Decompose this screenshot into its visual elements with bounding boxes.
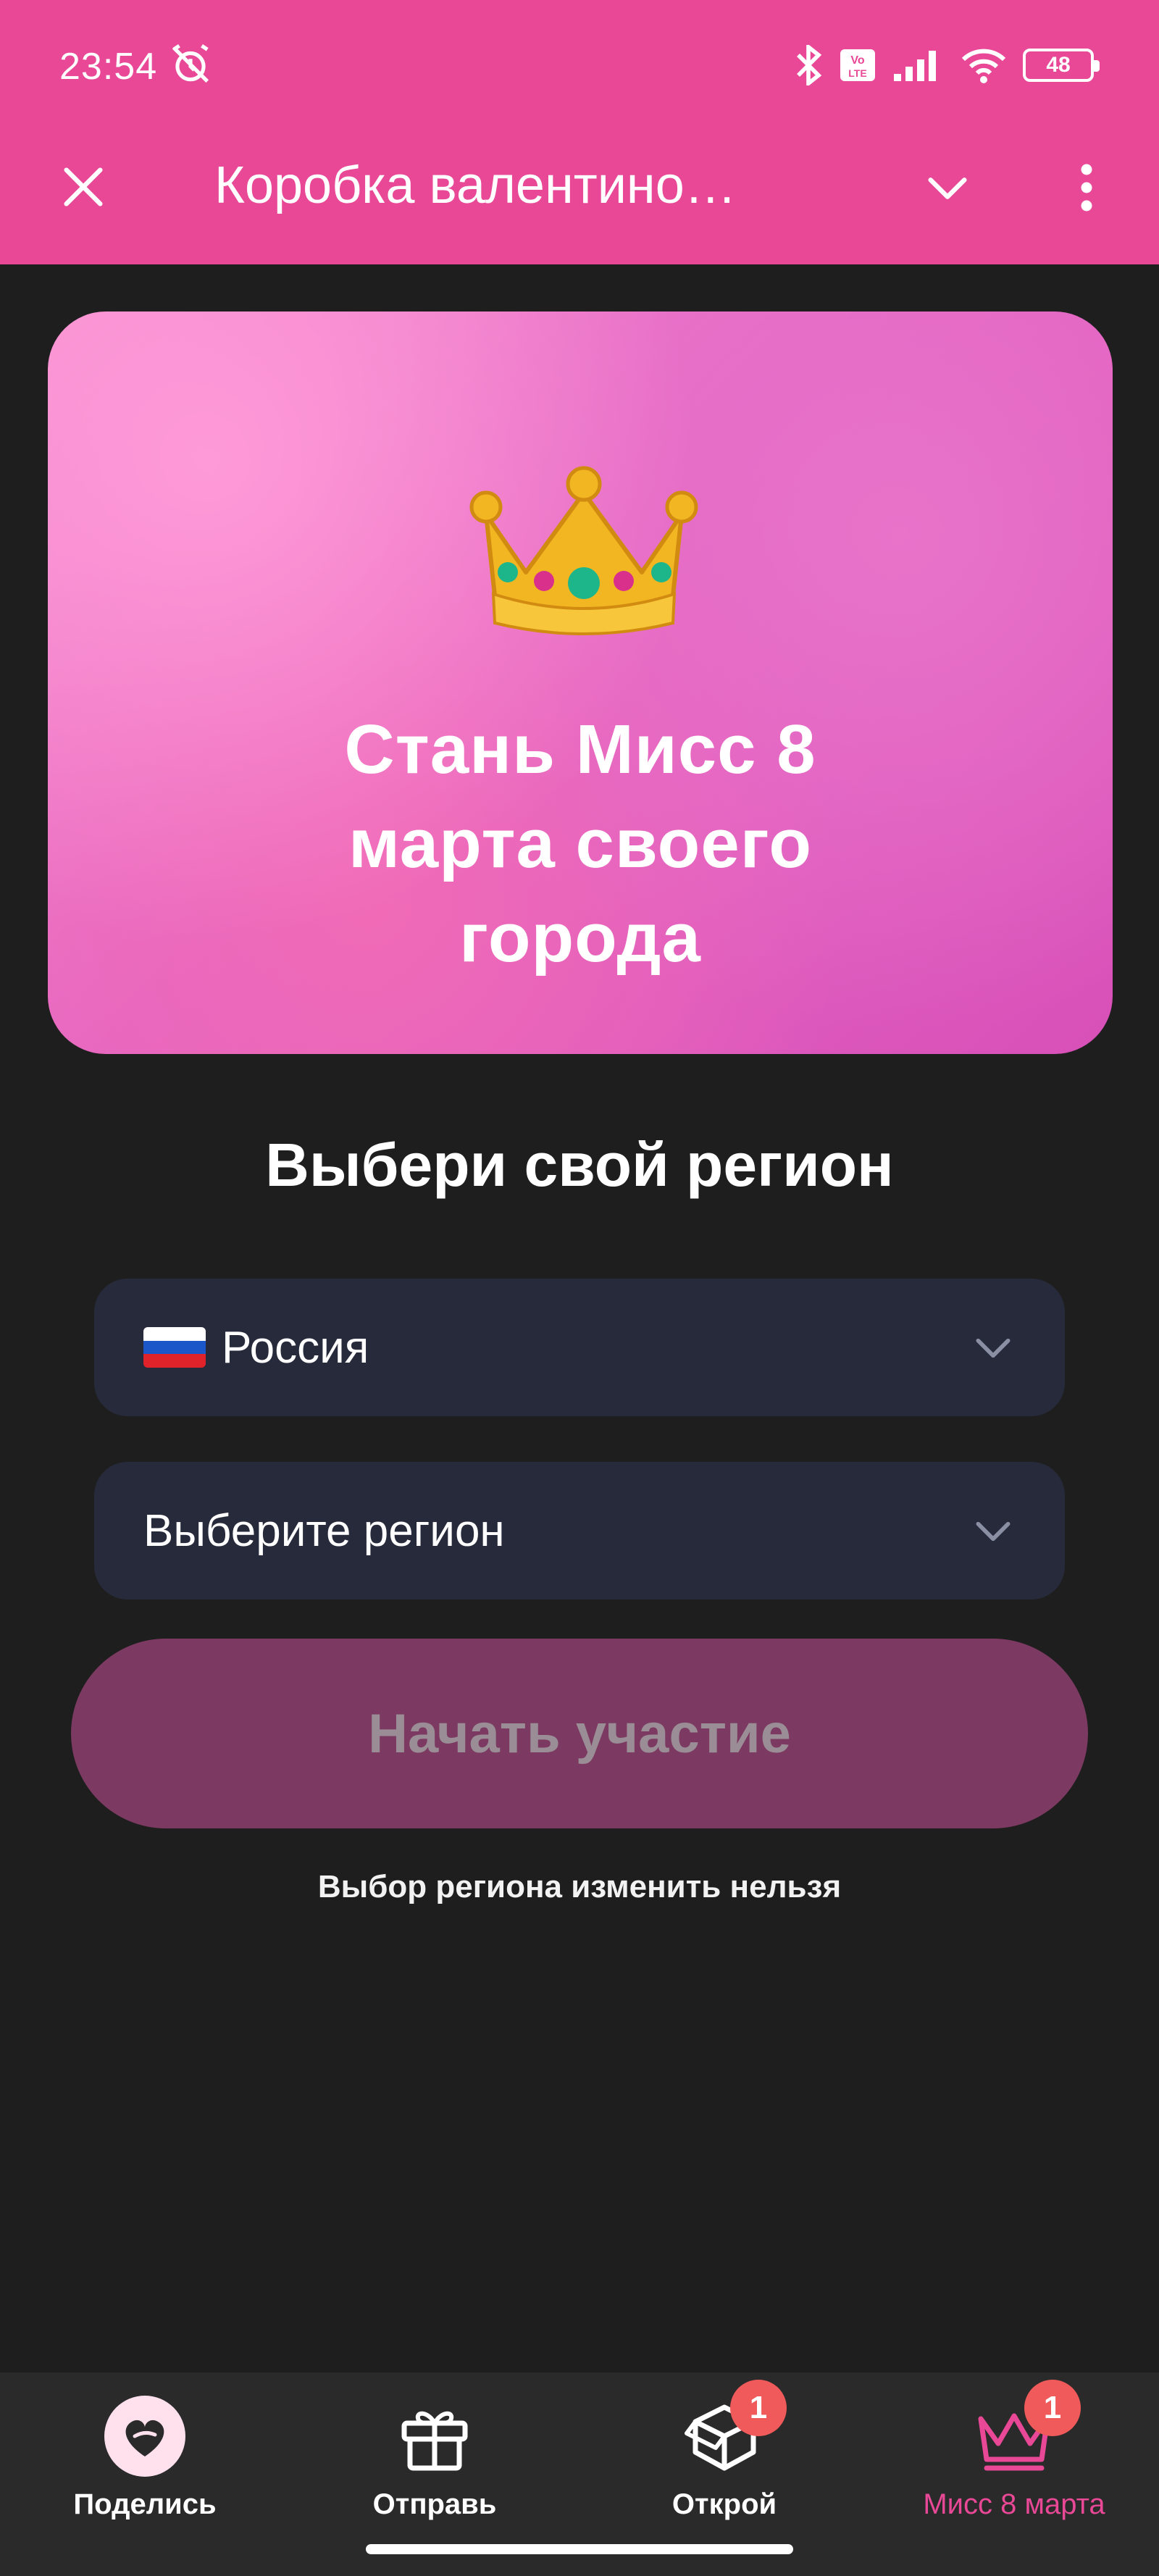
- home-indicator[interactable]: [366, 2544, 793, 2554]
- battery-icon: 48: [1023, 49, 1100, 82]
- app-title: Коробка валентино…: [214, 156, 737, 214]
- chevron-down-icon: [976, 1521, 1011, 1542]
- status-icons: Vo LTE 48: [794, 42, 1100, 88]
- crown-icon: [469, 466, 698, 635]
- banner-title-line2: марта своего: [348, 805, 813, 882]
- region-select[interactable]: Выберите регион: [94, 1462, 1065, 1599]
- nav-item-share[interactable]: Поделись: [0, 2372, 290, 2525]
- svg-text:Vo: Vo: [850, 54, 864, 67]
- chevron-down-icon[interactable]: [919, 163, 976, 214]
- chevron-down-icon: [976, 1338, 1011, 1358]
- close-icon[interactable]: [58, 162, 109, 212]
- status-bar: 23:54 Vo LTE 48: [0, 0, 1159, 134]
- signal-icon: [894, 51, 936, 81]
- battery-level: 48: [1046, 53, 1071, 77]
- start-participation-button[interactable]: Начать участие: [71, 1639, 1088, 1828]
- nav-label: Открой: [671, 2488, 777, 2520]
- region-heading: Выбери свой регион: [265, 1131, 894, 1199]
- promo-banner: Стань Мисс 8 марта своего города: [48, 311, 1113, 1054]
- top-bar: 23:54 Vo LTE 48 Коробка валентино…: [0, 0, 1159, 264]
- volte-icon: Vo LTE: [840, 49, 875, 81]
- app-bar: Коробка валентино…: [0, 134, 1159, 264]
- banner-title-line1: Стань Мисс 8: [344, 711, 816, 788]
- heart-share-icon: [104, 2396, 185, 2477]
- nav-label: Поделись: [73, 2488, 217, 2520]
- region-note: Выбор региона изменить нельзя: [317, 1869, 842, 1904]
- banner-title: Стань Мисс 8 марта своего города: [48, 703, 1113, 985]
- country-select-value: Россия: [222, 1322, 369, 1373]
- nav-item-miss-march-8[interactable]: 1 Мисс 8 марта: [869, 2372, 1159, 2525]
- country-select[interactable]: Россия: [94, 1279, 1065, 1416]
- russia-flag-icon: [143, 1327, 206, 1368]
- nav-badge-miss: 1: [1024, 2380, 1081, 2436]
- banner-title-line3: города: [459, 899, 701, 977]
- alarm-off-icon: [172, 44, 209, 83]
- nav-label: Мисс 8 марта: [923, 2488, 1105, 2520]
- wifi-icon: [961, 49, 1006, 83]
- region-select-placeholder: Выберите регион: [143, 1505, 505, 1556]
- svg-text:LTE: LTE: [848, 67, 866, 79]
- nav-badge-open: 1: [730, 2380, 787, 2436]
- nav-item-open[interactable]: 1 Открой: [580, 2372, 869, 2525]
- more-vert-icon[interactable]: [1065, 159, 1108, 217]
- bluetooth-icon: [797, 45, 822, 85]
- nav-label: Отправь: [372, 2488, 497, 2520]
- nav-item-send[interactable]: Отправь: [290, 2372, 580, 2525]
- status-time: 23:54: [59, 46, 158, 88]
- gift-icon: [401, 2411, 468, 2471]
